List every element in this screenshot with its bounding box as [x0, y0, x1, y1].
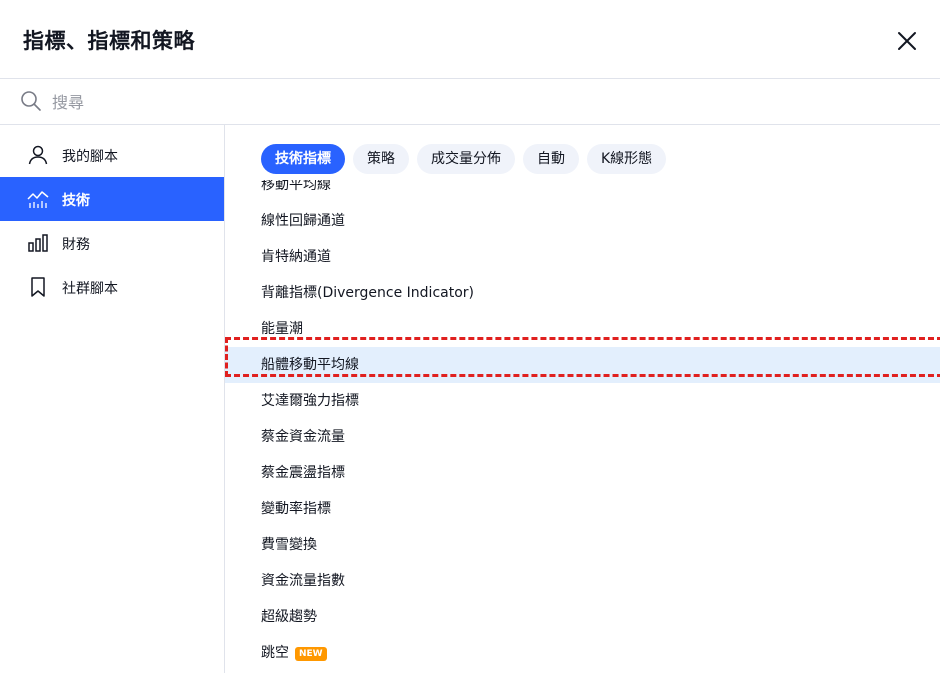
- sidebar-item-my-scripts[interactable]: 我的腳本: [0, 133, 224, 177]
- list-item[interactable]: 費雪變換: [225, 527, 940, 563]
- tab-auto[interactable]: 自動: [523, 144, 579, 174]
- list-item[interactable]: 蔡金震盪指標: [225, 455, 940, 491]
- tab-technical-indicators[interactable]: 技術指標: [261, 144, 345, 174]
- new-badge: NEW: [295, 647, 327, 661]
- tab-volume-profile[interactable]: 成交量分佈: [417, 144, 515, 174]
- sidebar-item-label: 財務: [62, 237, 90, 253]
- search-input[interactable]: [50, 87, 914, 117]
- search-bar: [0, 79, 940, 125]
- dialog-header: 指標、指標和策略: [0, 0, 940, 79]
- list-item-gap[interactable]: 跳空 NEW: [225, 635, 940, 671]
- list-item[interactable]: 肯特納通道: [225, 239, 940, 275]
- tab-candlestick-patterns[interactable]: K線形態: [587, 144, 667, 174]
- list-item-highlighted[interactable]: 船體移動平均線: [225, 347, 940, 383]
- list-item[interactable]: 移動平均線: [225, 180, 940, 203]
- bookmark-icon: [31, 277, 45, 297]
- indicators-dialog: 指標、指標和策略 我的腳本: [0, 0, 940, 673]
- list-item[interactable]: 蔡金資金流量: [225, 419, 940, 455]
- list-item[interactable]: 艾達爾強力指標: [225, 383, 940, 419]
- sidebar-item-label: 技術: [62, 193, 90, 209]
- category-sidebar: 我的腳本 技術 財務 社群腳本: [0, 125, 225, 673]
- list-item[interactable]: 超級趨勢: [225, 599, 940, 635]
- search-icon: [21, 91, 41, 111]
- chart-icon: [27, 191, 49, 208]
- close-button[interactable]: [890, 24, 924, 58]
- list-item[interactable]: 變動率指標: [225, 491, 940, 527]
- sidebar-item-label: 我的腳本: [62, 149, 118, 165]
- close-icon: [898, 32, 916, 50]
- dialog-title: 指標、指標和策略: [23, 29, 195, 53]
- indicator-tabs: 技術指標 策略 成交量分佈 自動 K線形態: [261, 144, 667, 174]
- user-icon: [28, 145, 48, 165]
- list-item[interactable]: 線性回歸通道: [225, 203, 940, 239]
- indicator-list: 移動平均線 線性回歸通道 肯特納通道 背離指標(Divergence Indic…: [225, 180, 940, 673]
- indicator-panel: 技術指標 策略 成交量分佈 自動 K線形態 移動平均線 線性回歸通道 肯特納通道…: [225, 125, 940, 673]
- list-item[interactable]: 資金流量指數: [225, 563, 940, 599]
- list-item[interactable]: 背離指標(Divergence Indicator): [225, 275, 940, 311]
- bar-chart-icon: [28, 234, 48, 252]
- list-item[interactable]: 能量潮: [225, 311, 940, 347]
- tab-strategies[interactable]: 策略: [353, 144, 409, 174]
- list-item-label: 跳空: [261, 645, 289, 661]
- sidebar-item-community-scripts[interactable]: 社群腳本: [0, 265, 224, 309]
- sidebar-item-financials[interactable]: 財務: [0, 221, 224, 265]
- sidebar-item-label: 社群腳本: [62, 281, 118, 297]
- sidebar-item-technicals[interactable]: 技術: [0, 177, 224, 221]
